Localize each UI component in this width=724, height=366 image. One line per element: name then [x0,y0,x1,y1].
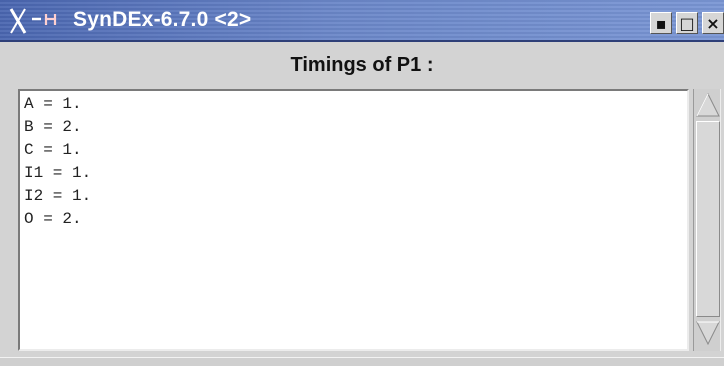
window-controls: ▪ □ × [650,12,724,34]
timing-line: A = 1. [24,95,82,113]
scrollbar-thumb[interactable] [696,121,720,317]
close-button[interactable]: × [702,12,724,34]
scroll-up-arrow-icon[interactable] [695,91,721,119]
vertical-scrollbar[interactable] [693,89,721,351]
maximize-button[interactable]: □ [676,12,698,34]
timing-line: I1 = 1. [24,164,92,182]
scroll-down-arrow-icon[interactable] [695,319,721,347]
syndex-window: SynDEx-6.7.0 <2> ▪ □ × Timings of P1 : A… [0,0,724,366]
title-bar[interactable]: SynDEx-6.7.0 <2> ▪ □ × [0,0,724,42]
minimize-button[interactable]: ▪ [650,12,672,34]
timing-line: O = 2. [24,210,82,228]
timing-line: C = 1. [24,141,82,159]
timings-text-area[interactable]: A = 1. B = 2. C = 1. I1 = 1. I2 = 1. O =… [18,89,689,351]
window-title: SynDEx-6.7.0 <2> [73,8,252,31]
timing-line: B = 2. [24,118,82,136]
x-logo-icon[interactable] [8,6,70,36]
timings-heading: Timings of P1 : [290,54,434,76]
timing-line: I2 = 1. [24,187,92,205]
